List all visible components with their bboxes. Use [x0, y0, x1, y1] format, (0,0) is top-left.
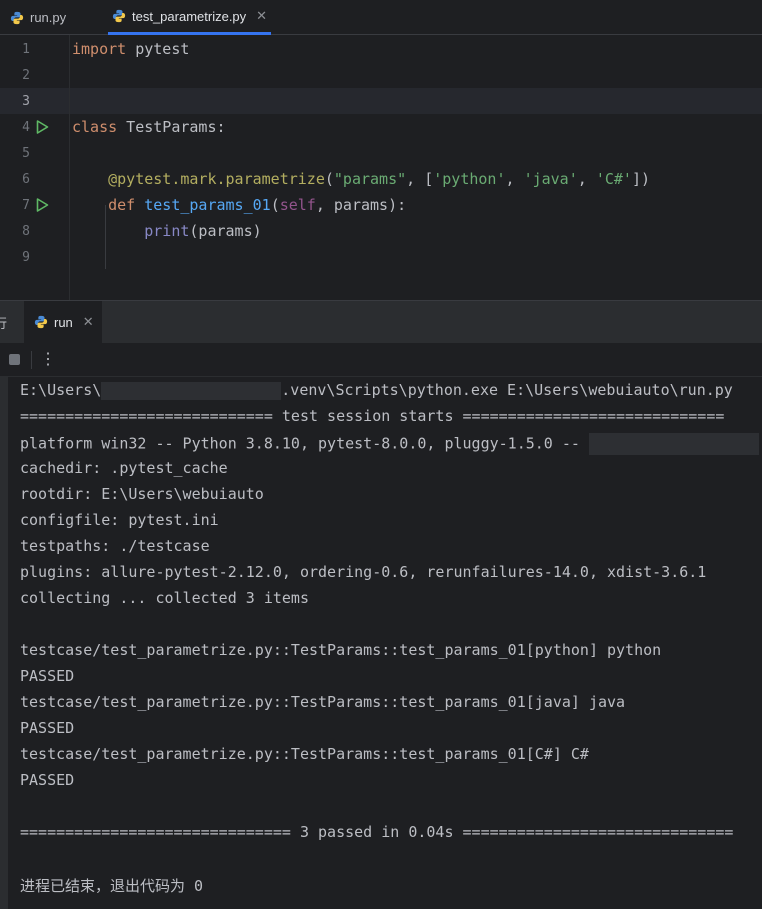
run-test-icon[interactable] [34, 197, 50, 213]
line-number: 8 [22, 224, 30, 239]
run-tool-window-header: 行 run ✕ [0, 300, 762, 343]
line-number: 7 [22, 198, 30, 213]
code-editor[interactable]: 1 2 3 4 5 6 7 8 9 import pytest class Te… [0, 35, 762, 300]
console-line: ============================ test sessio… [20, 407, 725, 425]
console-line: testcase/test_parametrize.py::TestParams… [20, 641, 662, 659]
console-gutter [0, 377, 8, 909]
console-line-platform: platform win32 -- Python 3.8.10, pytest-… [20, 433, 759, 455]
gutter-separator [69, 35, 70, 300]
console-line: cachedir: .pytest_cache [20, 459, 228, 477]
console-line: ============================== 3 passed … [20, 823, 734, 841]
run-toolbar: ⋮ [0, 343, 762, 377]
redacted-block [588, 433, 759, 455]
run-console[interactable]: E:\Users\ .venv\Scripts\python.exe E:\Use… [0, 377, 762, 909]
python-file-icon [34, 315, 48, 329]
console-line: testpaths: ./testcase [20, 537, 210, 555]
console-line: plugins: allure-pytest-2.12.0, ordering-… [20, 563, 707, 581]
console-line: PASSED [20, 771, 75, 789]
line-number: 2 [22, 68, 30, 83]
close-run-tab-icon[interactable]: ✕ [83, 314, 94, 330]
console-line: testcase/test_parametrize.py::TestParams… [20, 693, 626, 711]
tab-test-parametrize-label: test_parametrize.py [132, 8, 247, 24]
code-line-8: print(params) [144, 222, 262, 240]
run-panel-title: 行 [0, 316, 8, 331]
tab-run-py-label: run.py [30, 10, 67, 25]
tab-run[interactable]: run ✕ [24, 301, 102, 343]
console-line: collecting ... collected 3 items [20, 589, 309, 607]
code-line-4: class TestParams: [72, 118, 226, 136]
console-line: configfile: pytest.ini [20, 511, 219, 529]
console-line-exit: 进程已结束，退出代码为 0 [20, 877, 204, 895]
code-line-6: @pytest.mark.parametrize("params", ['pyt… [72, 170, 650, 188]
tab-run-py[interactable]: run.py [10, 0, 66, 35]
toolbar-separator [31, 351, 32, 369]
redacted-block [101, 381, 282, 400]
console-line: PASSED [20, 667, 75, 685]
python-file-icon [112, 9, 126, 23]
line-number: 9 [22, 250, 30, 265]
console-line: rootdir: E:\Users\webuiauto [20, 485, 264, 503]
line-number: 3 [22, 94, 30, 109]
stop-icon[interactable] [9, 354, 20, 365]
python-file-icon [10, 11, 24, 24]
code-line-1: import pytest [72, 40, 190, 58]
more-options-icon[interactable]: ⋮ [40, 349, 56, 369]
tab-test-parametrize-py[interactable]: test_parametrize.py ✕ [108, 0, 272, 35]
console-line: testcase/test_parametrize.py::TestParams… [20, 745, 589, 763]
editor-tab-bar: run.py test_parametrize.py ✕ [0, 0, 762, 35]
line-number: 5 [22, 146, 30, 161]
line-number: 4 [22, 120, 30, 135]
run-class-icon[interactable] [34, 119, 50, 135]
line-number: 6 [22, 172, 30, 187]
console-line-command: E:\Users\ .venv\Scripts\python.exe E:\Use… [20, 381, 733, 400]
tab-run-label: run [54, 314, 73, 330]
line-number: 1 [22, 42, 30, 57]
console-line: PASSED [20, 719, 75, 737]
code-line-7: def test_params_01(self, params): [72, 196, 407, 214]
close-tab-icon[interactable]: ✕ [256, 8, 267, 24]
current-line-highlight [0, 88, 762, 114]
